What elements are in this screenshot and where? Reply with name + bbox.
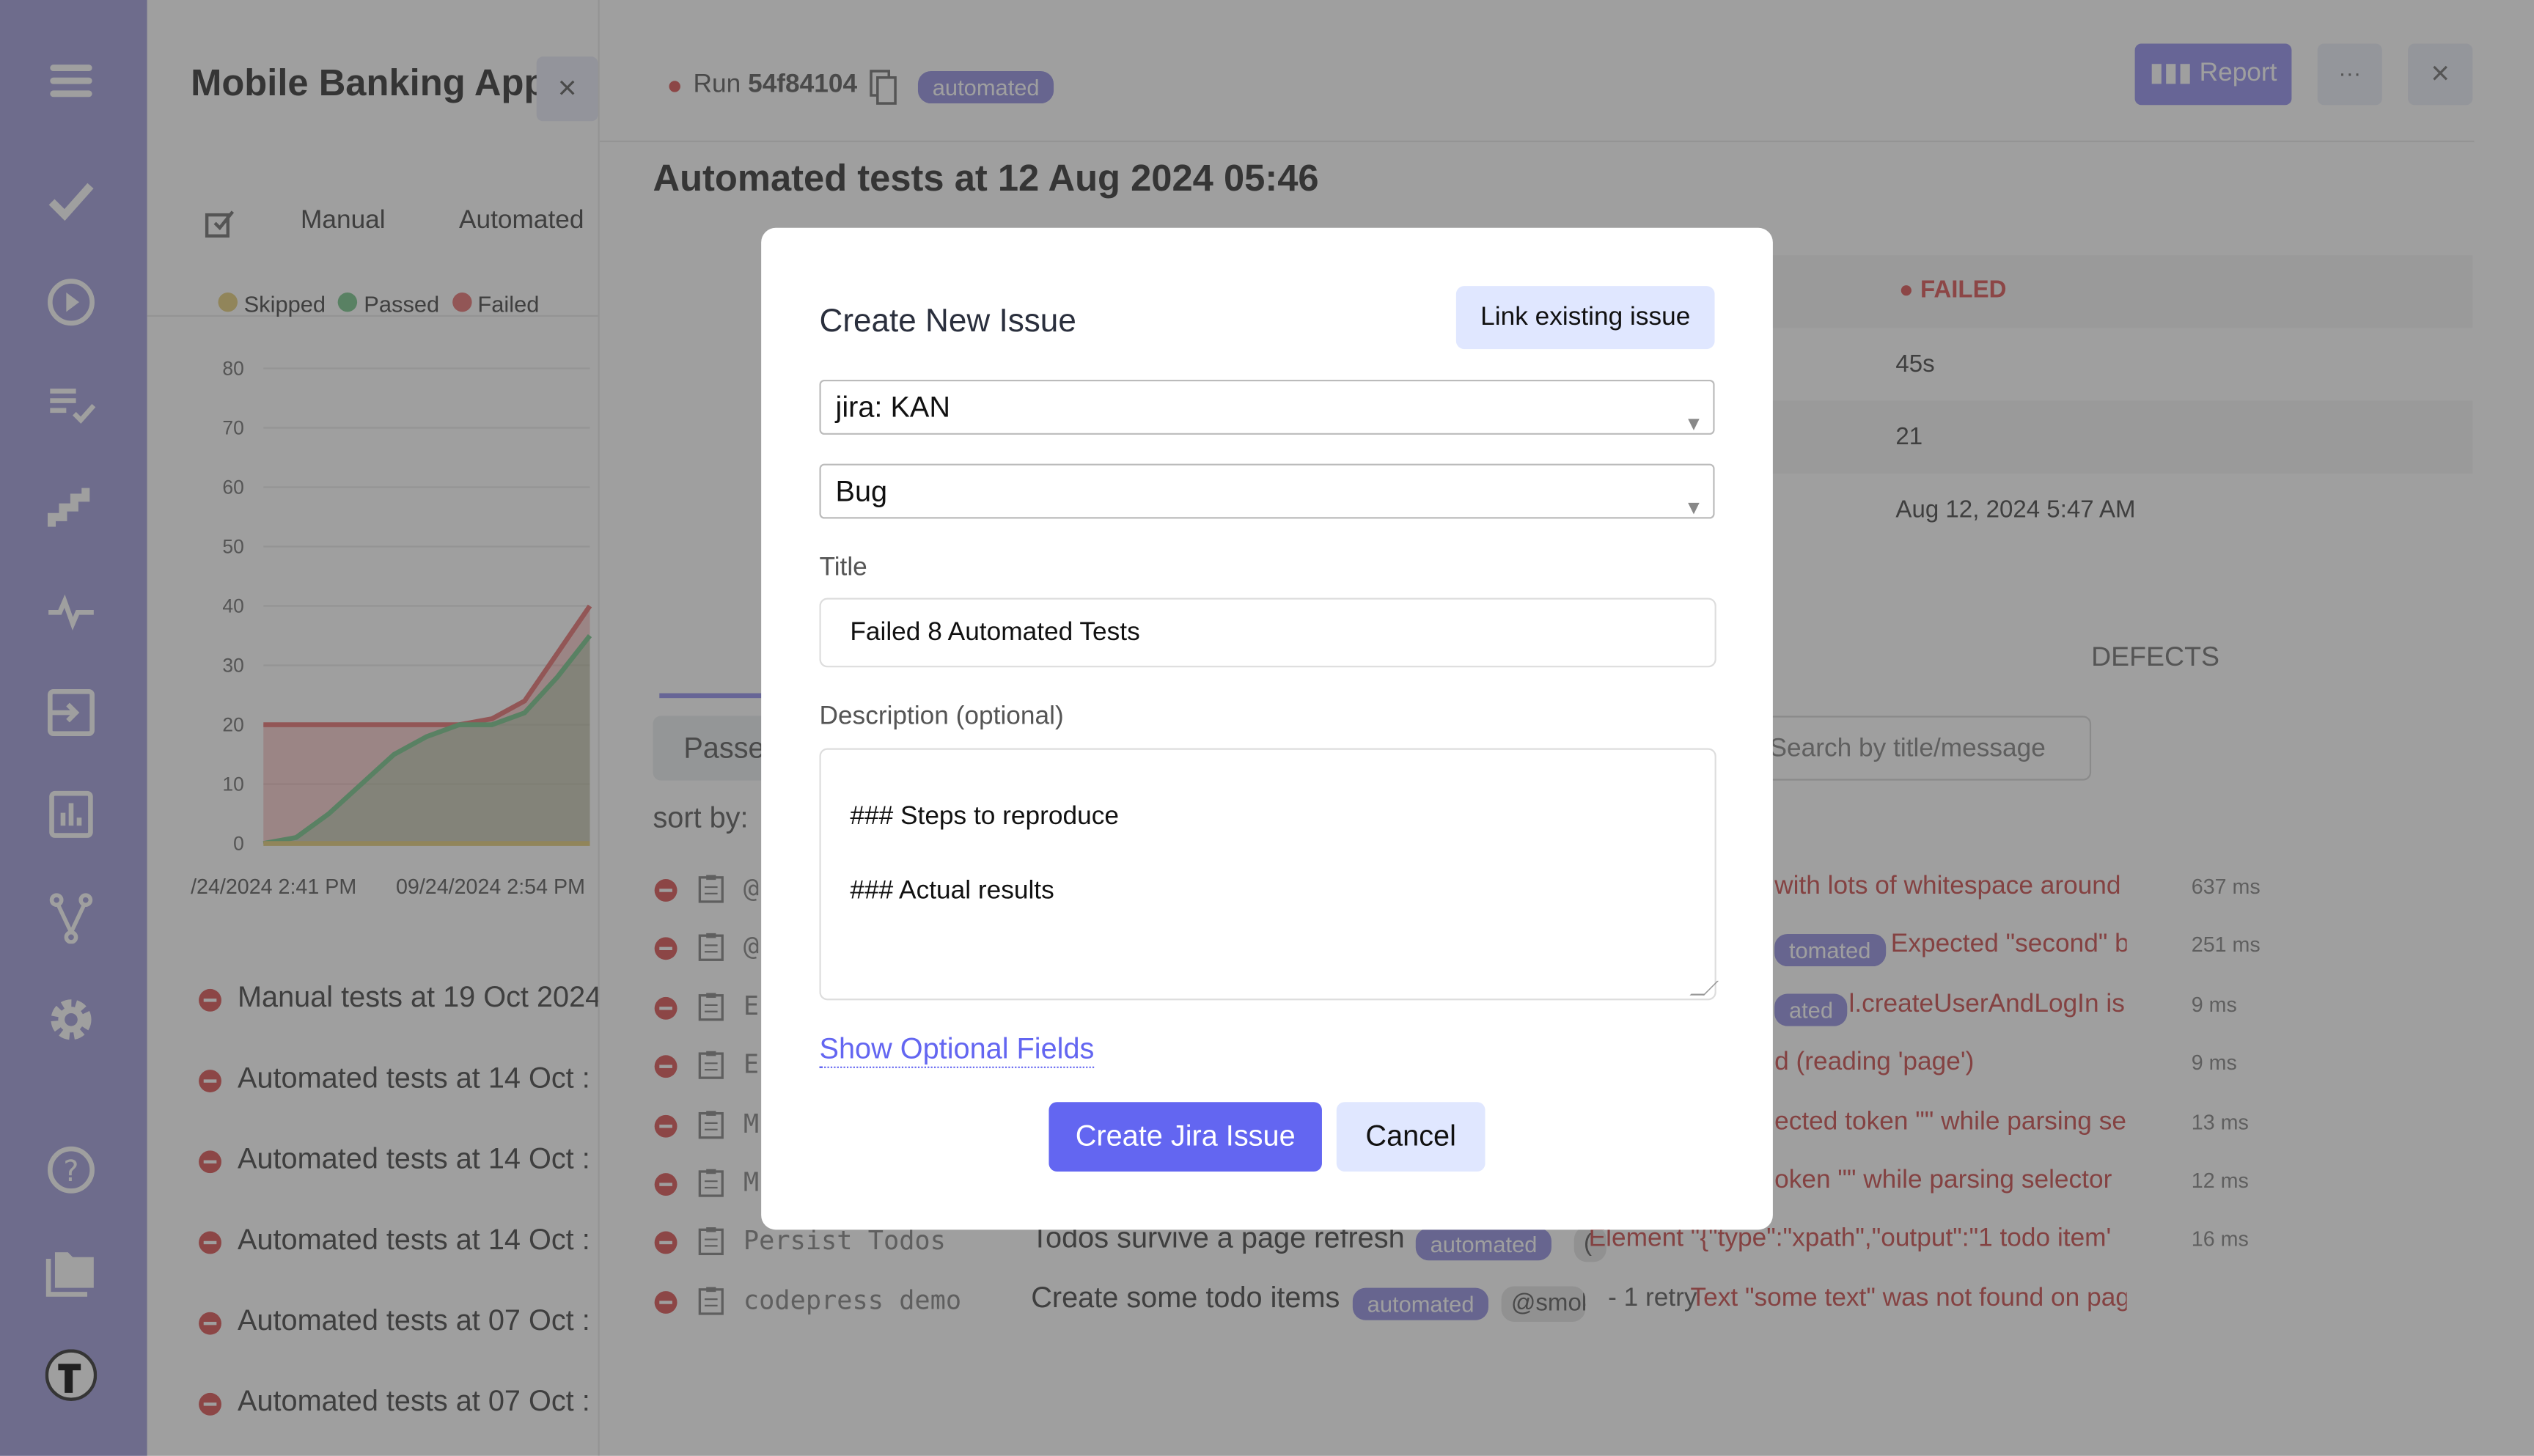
description-line: ### Steps to reproduce (850, 803, 1119, 831)
project-select-value: jira: KAN (835, 391, 951, 424)
description-textarea[interactable]: ### Steps to reproduce ### Actual result… (819, 748, 1719, 1001)
show-optional-fields-link[interactable]: Show Optional Fields (819, 1032, 1095, 1068)
create-jira-issue-button[interactable]: Create Jira Issue (1049, 1102, 1322, 1172)
app-root: ? Mobile Banking App × Manual Automated … (0, 0, 2534, 1456)
resize-handle-icon[interactable] (1689, 980, 1719, 996)
modal-title: Create New Issue (819, 304, 1076, 339)
project-select[interactable]: jira: KAN ▼ (819, 379, 1715, 435)
issue-type-select[interactable]: Bug ▼ (819, 463, 1715, 519)
chevron-down-icon: ▼ (1683, 496, 1704, 519)
cancel-button[interactable]: Cancel (1336, 1102, 1485, 1172)
title-input[interactable]: Failed 8 Automated Tests (819, 598, 1716, 668)
description-line: ### Actual results (850, 877, 1054, 905)
issue-type-value: Bug (835, 475, 888, 508)
create-issue-modal: Create New Issue Link existing issue jir… (761, 227, 1773, 1230)
chevron-down-icon: ▼ (1683, 412, 1704, 435)
title-label: Title (819, 554, 867, 582)
link-existing-issue-button[interactable]: Link existing issue (1455, 286, 1715, 350)
description-label: Description (optional) (819, 702, 1064, 731)
